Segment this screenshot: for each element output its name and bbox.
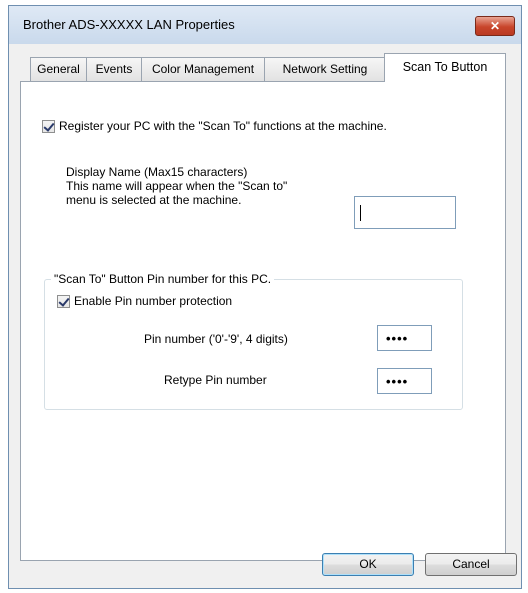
tab-scan-to-button[interactable]: Scan To Button xyxy=(384,53,506,82)
close-icon: ✕ xyxy=(489,19,501,33)
enable-pin-label: Enable Pin number protection xyxy=(74,294,233,308)
display-name-input[interactable] xyxy=(354,196,456,229)
title-bar[interactable]: Brother ADS-XXXXX LAN Properties ✕ xyxy=(9,6,521,44)
pin-number-label: Pin number ('0'-'9', 4 digits) xyxy=(144,332,288,346)
register-checkbox[interactable] xyxy=(42,120,55,133)
tab-general[interactable]: General xyxy=(30,57,87,81)
close-button[interactable]: ✕ xyxy=(475,16,515,36)
text-caret xyxy=(360,205,361,221)
register-label: Register your PC with the "Scan To" func… xyxy=(59,119,387,133)
display-name-help-line2: menu is selected at the machine. xyxy=(66,193,242,207)
retype-pin-input[interactable]: •••• xyxy=(377,368,432,394)
enable-pin-checkbox[interactable] xyxy=(57,295,70,308)
cancel-button[interactable]: Cancel xyxy=(425,553,517,576)
retype-pin-value: •••• xyxy=(386,374,409,389)
pin-group-legend: "Scan To" Button Pin number for this PC. xyxy=(51,272,275,286)
window-title: Brother ADS-XXXXX LAN Properties xyxy=(23,17,235,32)
ok-button[interactable]: OK xyxy=(322,553,414,576)
display-name-label: Display Name (Max15 characters) xyxy=(66,165,248,179)
tab-network-setting[interactable]: Network Setting xyxy=(264,57,386,81)
retype-pin-label: Retype Pin number xyxy=(164,373,267,387)
tab-color-management[interactable]: Color Management xyxy=(141,57,265,81)
pin-number-input[interactable]: •••• xyxy=(377,325,432,351)
tab-events[interactable]: Events xyxy=(86,57,142,81)
pin-number-value: •••• xyxy=(386,331,409,346)
display-name-help-line1: This name will appear when the "Scan to" xyxy=(66,179,288,193)
